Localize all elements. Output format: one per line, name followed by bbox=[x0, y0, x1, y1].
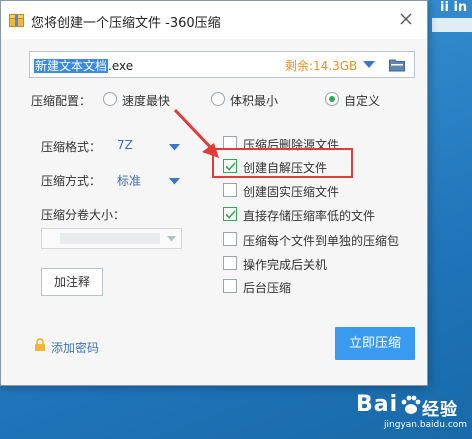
option-separate-archives-label: 压缩每个文件到单独的压缩包 bbox=[243, 234, 400, 248]
paw-icon bbox=[401, 395, 421, 414]
radio-smallest-label: 体积最小 bbox=[230, 94, 279, 108]
watermark-brand-suffix: 经验 bbox=[422, 400, 458, 420]
format-select[interactable]: 7Z bbox=[117, 138, 133, 152]
checkbox-separate-archives[interactable] bbox=[223, 232, 237, 246]
add-password-link[interactable]: 添加密码 bbox=[51, 339, 99, 356]
option-store-low-ratio-label: 直接存储压缩率低的文件 bbox=[243, 209, 376, 223]
method-label: 压缩方式： bbox=[41, 174, 102, 188]
filename-selected-text: 新建文本文档 bbox=[34, 59, 109, 73]
volume-size-select[interactable] bbox=[41, 228, 182, 249]
lock-icon bbox=[35, 338, 45, 351]
radio-fastest-label: 速度最快 bbox=[122, 94, 171, 108]
radio-smallest[interactable] bbox=[211, 92, 225, 106]
folder-icon[interactable] bbox=[389, 58, 405, 72]
compress-now-button[interactable]: 立即压缩 bbox=[335, 327, 415, 360]
output-path-field[interactable]: 新建文本文档.exe 剩余:14.3GB bbox=[29, 51, 415, 78]
checkbox-solid-archive[interactable] bbox=[223, 183, 237, 197]
filename-extension: .exe bbox=[108, 59, 134, 73]
window-title: 您将创建一个压缩文件 -360压缩 bbox=[31, 16, 221, 31]
format-label: 压缩格式： bbox=[41, 140, 102, 154]
chevron-down-icon bbox=[167, 236, 176, 242]
filename-input[interactable]: 新建文本文档.exe bbox=[34, 57, 133, 74]
radio-custom-label: 自定义 bbox=[344, 94, 381, 108]
option-background-label: 后台压缩 bbox=[243, 281, 292, 295]
checkbox-store-low-ratio[interactable] bbox=[223, 207, 237, 221]
chevron-down-icon[interactable] bbox=[169, 178, 180, 185]
config-label: 压缩配置： bbox=[31, 94, 92, 108]
radio-custom[interactable] bbox=[325, 92, 339, 106]
chevron-down-icon[interactable] bbox=[363, 61, 375, 69]
watermark-brand-text: Bai bbox=[356, 392, 399, 417]
close-icon[interactable] bbox=[397, 10, 415, 28]
title-bar: 您将创建一个压缩文件 -360压缩 bbox=[1, 1, 427, 39]
archive-icon bbox=[9, 14, 24, 27]
checkbox-background[interactable] bbox=[223, 279, 237, 293]
highlight-box bbox=[212, 148, 353, 178]
add-comment-button[interactable]: 加注释 bbox=[41, 268, 103, 296]
watermark-brand: Bai bbox=[356, 392, 398, 417]
checkmark-icon bbox=[225, 210, 236, 219]
volume-label: 压缩分卷大小： bbox=[41, 208, 126, 222]
option-shutdown-label: 操作完成后关机 bbox=[243, 258, 328, 272]
watermark-url: jingyan.baidu.com bbox=[384, 420, 468, 430]
radio-fastest[interactable] bbox=[103, 92, 117, 106]
checkbox-shutdown[interactable] bbox=[223, 256, 237, 270]
desktop-text: ii in bbox=[440, 0, 468, 15]
desktop-window-edge bbox=[432, 18, 472, 32]
arrow-icon bbox=[173, 108, 219, 158]
option-solid-archive-label: 创建固实压缩文件 bbox=[243, 185, 340, 199]
method-select[interactable]: 标准 bbox=[117, 172, 141, 189]
compress-dialog: 您将创建一个压缩文件 -360压缩 新建文本文档.exe 剩余:14.3GB 压… bbox=[0, 0, 428, 386]
free-space-label: 剩余:14.3GB bbox=[285, 59, 358, 73]
volume-size-value bbox=[60, 233, 160, 244]
